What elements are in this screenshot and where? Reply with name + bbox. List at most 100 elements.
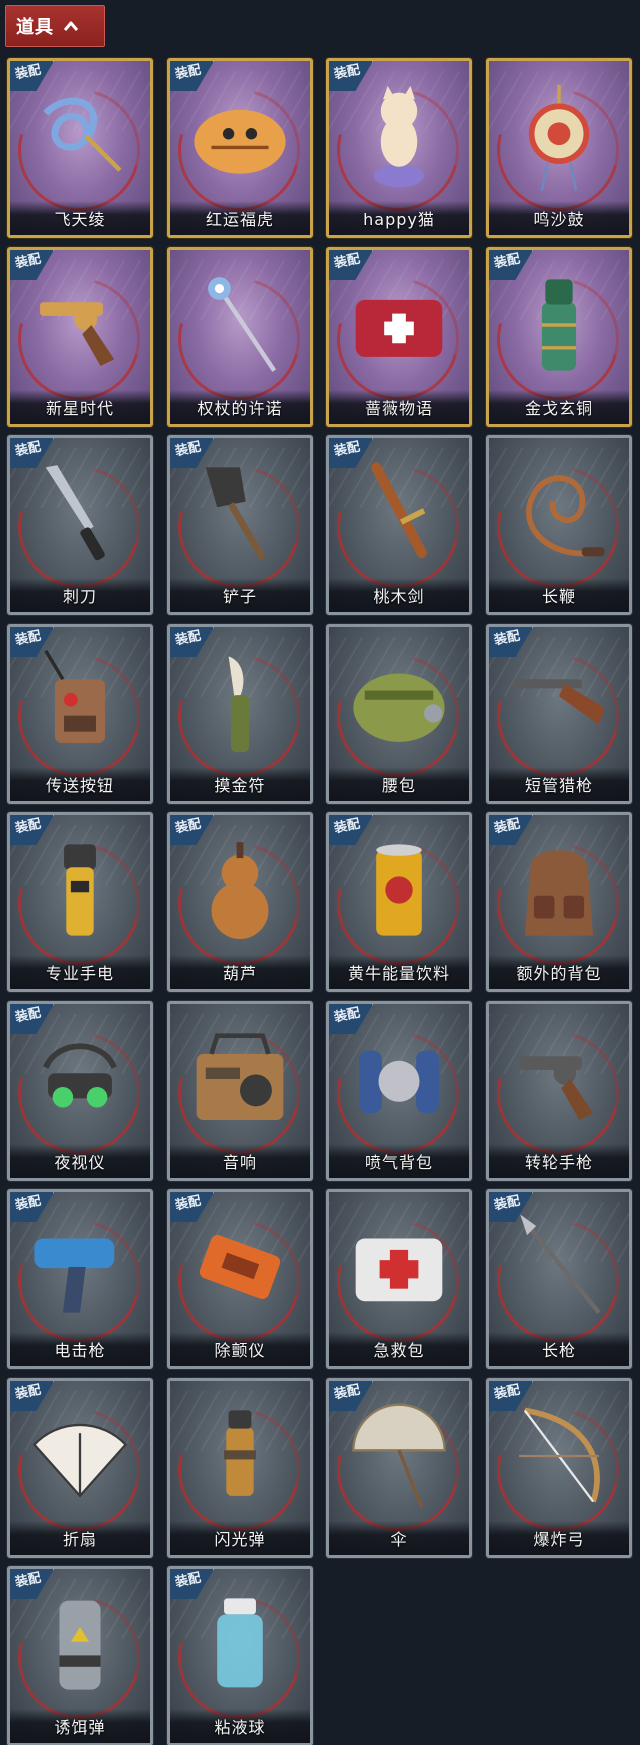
item-name-bar: 长鞭	[489, 578, 629, 612]
lucky-tiger-pillow-icon	[194, 109, 286, 174]
item-name: happy猫	[363, 210, 435, 229]
item-card[interactable]: 装配 电击枪	[7, 1189, 153, 1369]
item-name-bar: 爆炸弓	[489, 1521, 629, 1555]
item-card[interactable]: 装配 夜视仪	[7, 1001, 153, 1181]
item-name-bar: 腰包	[329, 767, 469, 801]
explosive-bow-icon	[519, 1407, 600, 1503]
item-card[interactable]: 装配 粘液球	[167, 1566, 313, 1745]
item-name: 粘液球	[214, 1718, 266, 1737]
item-name: 专业手电	[45, 964, 114, 983]
item-name-bar: 长枪	[489, 1332, 629, 1366]
item-card[interactable]: 装配 刺刀	[7, 435, 153, 615]
jetpack-icon	[359, 1050, 439, 1114]
item-card[interactable]: 鸣沙鼓	[486, 58, 632, 238]
item-card[interactable]: 音响	[167, 1001, 313, 1181]
item-card[interactable]: 腰包	[326, 624, 472, 804]
item-name: 金戈玄铜	[524, 399, 593, 418]
energy-drink-can-icon	[376, 844, 422, 936]
item-card[interactable]: 装配伞	[326, 1378, 472, 1558]
item-name: 伞	[390, 1530, 408, 1549]
item-card[interactable]: 装配 happy猫	[326, 58, 472, 238]
bronze-grenade-icon	[541, 279, 577, 371]
item-name: 红运福虎	[205, 210, 274, 229]
flashlight-icon	[64, 844, 96, 936]
bayonet-icon	[45, 465, 105, 561]
scepter-icon	[208, 277, 277, 372]
item-card[interactable]: 装配 喷气背包	[326, 1001, 472, 1181]
item-card[interactable]: 装配 额外的背包	[486, 812, 632, 992]
item-card[interactable]: 装配 飞天绫	[7, 58, 153, 238]
item-name-bar: 黄牛能量饮料	[329, 955, 469, 989]
defibrillator-icon	[199, 1235, 281, 1299]
item-name: 蔷薇物语	[364, 399, 433, 418]
item-card[interactable]: 转轮手枪	[486, 1001, 632, 1181]
item-name-bar: 粘液球	[170, 1709, 310, 1743]
night-vision-goggles-icon	[43, 1043, 117, 1108]
revolver-gold-icon	[40, 302, 115, 367]
item-card[interactable]: 装配 新星时代	[7, 247, 153, 427]
item-name: 夜视仪	[54, 1153, 106, 1172]
item-card[interactable]: 装配 蔷薇物语	[326, 247, 472, 427]
chevron-up-icon	[64, 21, 78, 31]
item-name-bar: 诱饵弹	[10, 1709, 150, 1743]
item-name: 爆炸弓	[533, 1530, 585, 1549]
item-card[interactable]: 长鞭	[486, 435, 632, 615]
item-card[interactable]: 装配 金戈玄铜	[486, 247, 632, 427]
item-name: 黄牛能量饮料	[347, 964, 450, 983]
folding-fan-icon	[32, 1423, 128, 1498]
spear-icon	[520, 1214, 601, 1315]
item-name: 急救包	[373, 1341, 425, 1360]
item-name-bar: 折扇	[10, 1521, 150, 1555]
item-name-bar: 桃木剑	[329, 578, 469, 612]
item-name-bar: 飞天绫	[10, 201, 150, 235]
item-card[interactable]: 急救包	[326, 1189, 472, 1369]
item-name: 转轮手枪	[524, 1153, 593, 1172]
rattle-drum-icon	[528, 84, 590, 191]
item-name-bar: 刺刀	[10, 578, 150, 612]
waist-bag-icon	[353, 673, 445, 742]
item-name: 喷气背包	[364, 1153, 433, 1172]
item-card[interactable]: 装配 长枪	[486, 1189, 632, 1369]
item-name: 闪光弹	[214, 1530, 266, 1549]
item-name-bar: 伞	[329, 1521, 469, 1555]
item-name-bar: 喷气背包	[329, 1144, 469, 1178]
decoy-canister-icon	[59, 1600, 101, 1690]
item-name-bar: 短管猎枪	[489, 767, 629, 801]
props-category-label: 道具	[16, 17, 54, 38]
item-name: 葫芦	[222, 964, 257, 983]
item-name-bar: 葫芦	[170, 955, 310, 989]
item-card[interactable]: 权杖的许诺	[167, 247, 313, 427]
item-card[interactable]: 闪光弹	[167, 1378, 313, 1558]
item-card[interactable]: 装配 摸金符	[167, 624, 313, 804]
item-name: 额外的背包	[516, 964, 602, 983]
item-card[interactable]: 装配 短管猎枪	[486, 624, 632, 804]
item-name-bar: 鸣沙鼓	[489, 201, 629, 235]
revolver-icon	[519, 1056, 594, 1121]
flash-grenade-icon	[224, 1410, 256, 1496]
peachwood-sword-icon	[371, 462, 427, 559]
item-name: 电击枪	[54, 1341, 106, 1360]
item-name-bar: 铲子	[170, 578, 310, 612]
item-name-bar: 转轮手枪	[489, 1144, 629, 1178]
item-name: 短管猎枪	[524, 776, 593, 795]
item-card[interactable]: 装配 传送按钮	[7, 624, 153, 804]
props-category-tab[interactable]: 道具	[5, 5, 105, 47]
item-card[interactable]: 装配 红运福虎	[167, 58, 313, 238]
item-card[interactable]: 装配 黄牛能量饮料	[326, 812, 472, 992]
item-name-bar: 蔷薇物语	[329, 390, 469, 424]
item-name-bar: 额外的背包	[489, 955, 629, 989]
slime-capsule-icon	[217, 1598, 263, 1688]
item-card[interactable]: 装配 葫芦	[167, 812, 313, 992]
item-card[interactable]: 装配 诱饵弹	[7, 1566, 153, 1745]
item-name-bar: 摸金符	[170, 767, 310, 801]
item-name-bar: 专业手电	[10, 955, 150, 989]
item-card[interactable]: 装配 爆炸弓	[486, 1378, 632, 1558]
teleport-remote-icon	[44, 649, 106, 744]
item-card[interactable]: 装配 专业手电	[7, 812, 153, 992]
item-card[interactable]: 装配 铲子	[167, 435, 313, 615]
item-card[interactable]: 装配 除颤仪	[167, 1189, 313, 1369]
item-card[interactable]: 装配 桃木剑	[326, 435, 472, 615]
item-name: 折扇	[62, 1530, 97, 1549]
item-name: 铲子	[222, 587, 257, 606]
item-card[interactable]: 装配 折扇	[7, 1378, 153, 1558]
